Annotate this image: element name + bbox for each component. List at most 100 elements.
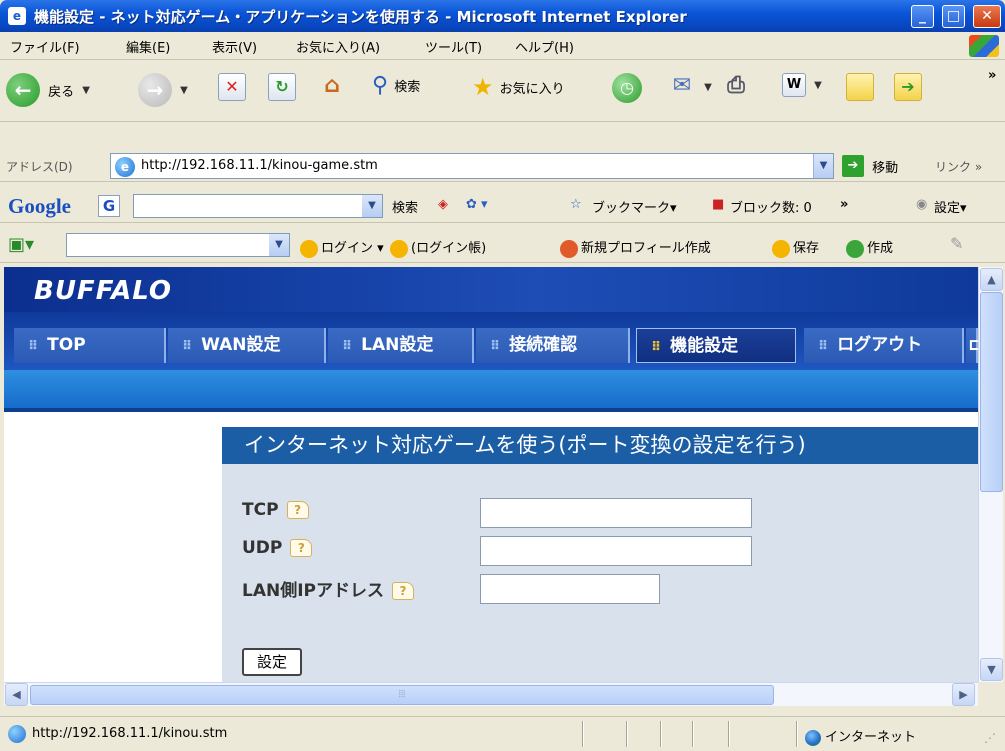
refresh-button[interactable]: ↻ <box>268 73 296 109</box>
windows-logo-icon <box>969 35 999 57</box>
scroll-right-button[interactable]: ▶ <box>952 683 975 706</box>
maximize-button[interactable]: □ <box>942 5 965 28</box>
google-news-icon[interactable]: ◈ <box>438 197 448 212</box>
menu-view[interactable]: 表示(V) <box>212 37 257 56</box>
help-icon[interactable]: ? <box>286 501 309 519</box>
scroll-left-button[interactable]: ◀ <box>5 683 28 706</box>
google-menu-icon[interactable]: G <box>98 195 120 217</box>
tab-logout[interactable]: ⠿ ログアウト <box>804 328 964 363</box>
search-label: 検索 <box>394 80 421 95</box>
address-dropdown-button[interactable]: ▼ <box>813 154 833 178</box>
mail-icon: ✉ <box>672 73 692 98</box>
favorites-button[interactable]: ★ お気に入り <box>472 73 565 109</box>
new-profile-button[interactable]: 新規プロフィール作成 <box>560 237 711 258</box>
status-divider <box>626 721 628 747</box>
tab-connection-check[interactable]: ⠿ 接続確認 <box>476 328 630 363</box>
vertical-scroll-thumb[interactable] <box>980 292 1003 492</box>
tab-function-settings[interactable]: ⠿ 機能設定 <box>636 328 796 363</box>
security-zone[interactable]: インターネット <box>805 726 916 746</box>
discuss-button[interactable] <box>846 73 874 109</box>
menu-help[interactable]: ヘルプ(H) <box>515 37 574 56</box>
bookmark-star-icon: ☆ <box>570 197 582 212</box>
save-button[interactable]: 保存 <box>772 237 819 258</box>
help-icon[interactable]: ? <box>290 539 313 557</box>
tcp-input[interactable] <box>480 498 752 528</box>
print-button[interactable]: ⎙ <box>722 73 750 109</box>
status-url: http://192.168.11.1/kinou.stm <box>32 726 228 741</box>
menu-tools[interactable]: ツール(T) <box>425 37 482 56</box>
home-button[interactable]: ⌂ <box>318 73 346 109</box>
tab-top[interactable]: ⠿ TOP <box>14 328 166 363</box>
tab-overflow[interactable]: ⊏ <box>966 328 978 363</box>
save-label: 保存 <box>793 241 820 256</box>
submit-button[interactable]: 設定 <box>242 648 302 676</box>
lan-ip-label: LAN側IPアドレス? <box>242 576 415 601</box>
toolbar-overflow[interactable]: » <box>988 68 996 83</box>
minimize-button[interactable]: _ <box>911 5 934 28</box>
login-book-button[interactable]: (ログイン帳) <box>390 237 486 258</box>
google-settings-button[interactable]: 設定▾ <box>934 197 967 216</box>
forward-button[interactable]: → ▼ <box>138 73 188 109</box>
profile-icon <box>560 239 578 258</box>
edit-button[interactable]: W ▼ <box>782 73 822 109</box>
tab-label: ログアウト <box>837 335 923 355</box>
tab-lan-settings[interactable]: ⠿ LAN設定 <box>328 328 474 363</box>
pen-icon[interactable]: ✎ <box>950 234 963 253</box>
search-button[interactable]: ⚲ 検索 <box>372 73 420 109</box>
resize-grip[interactable]: ⋰ <box>984 731 996 745</box>
mail-button[interactable]: ✉ ▼ <box>668 73 712 109</box>
google-toolbar-overflow[interactable]: » <box>840 197 848 212</box>
address-url[interactable]: http://192.168.11.1/kinou-game.stm <box>141 158 378 173</box>
note-icon <box>846 73 874 101</box>
create-icon <box>846 239 864 258</box>
login-label: ログイン ▾ <box>321 241 384 256</box>
bookmarks-button[interactable]: ブックマーク▾ <box>592 197 677 216</box>
history-button[interactable]: ◷ <box>612 73 642 109</box>
horizontal-scroll-thumb[interactable]: ⦙⦙⦙ <box>30 685 774 705</box>
lan-ip-input[interactable] <box>480 574 660 604</box>
forward-arrow-icon: → <box>138 73 172 107</box>
address-input[interactable]: e http://192.168.11.1/kinou-game.stm ▼ <box>110 153 834 179</box>
google-search-input[interactable]: ▼ <box>133 194 383 218</box>
password-toolbar-dropdown[interactable]: ▼ <box>269 234 289 256</box>
popup-blocked-count[interactable]: ブロック数: 0 <box>730 197 812 216</box>
home-icon: ⌂ <box>324 73 340 98</box>
popup-blocker-icon: ■ <box>712 197 725 212</box>
menu-edit[interactable]: 編集(E) <box>126 37 170 56</box>
login-button[interactable]: ログイン ▾ <box>300 237 384 258</box>
udp-input[interactable] <box>480 536 752 566</box>
scroll-down-button[interactable]: ▼ <box>980 658 1003 681</box>
messenger-button[interactable]: ➔ <box>894 73 922 109</box>
tab-label: WAN設定 <box>201 335 281 355</box>
ie-page-icon: e <box>115 157 135 177</box>
title-bar[interactable]: e 機能設定 - ネット対応ゲーム・アプリケーションを使用する - Micros… <box>0 0 1005 32</box>
toolbar-logo-icon[interactable]: ▣▾ <box>8 234 34 255</box>
back-button[interactable]: ← 戻る ▼ <box>6 73 90 109</box>
stop-button[interactable]: ✕ <box>218 73 246 109</box>
google-search-dropdown[interactable]: ▼ <box>362 195 382 217</box>
vertical-scrollbar[interactable]: ▲ ▼ <box>978 267 1003 682</box>
google-toolbar: Google G ▼ 検索 ◈ ✿ ▾ ☆ ブックマーク▾ ■ ブロック数: 0… <box>0 189 1005 223</box>
horizontal-scrollbar[interactable]: ◀ ⦙⦙⦙ ▶ <box>4 682 978 706</box>
menu-favorites[interactable]: お気に入り(A) <box>296 37 380 56</box>
google-logo[interactable]: Google <box>8 194 71 219</box>
links-button[interactable]: リンク » <box>935 158 982 175</box>
address-bar: アドレス(D) e http://192.168.11.1/kinou-game… <box>0 150 1005 182</box>
dots-icon: ⠿ <box>818 339 828 354</box>
dots-icon: ⠿ <box>28 339 38 354</box>
google-pagerank-icon[interactable]: ✿ ▾ <box>466 197 488 212</box>
status-divider <box>692 721 694 747</box>
menu-file[interactable]: ファイル(F) <box>10 37 80 56</box>
scroll-up-button[interactable]: ▲ <box>980 268 1003 291</box>
password-toolbar-input[interactable]: ▼ <box>66 233 290 257</box>
google-search-button[interactable]: 検索 <box>392 197 418 216</box>
go-button[interactable]: ➔ 移動 <box>842 155 898 177</box>
dots-icon: ⠿ <box>342 339 352 354</box>
page-title: インターネット対応ゲームを使う(ポート変換の設定を行う) <box>222 427 978 464</box>
help-icon[interactable]: ? <box>392 582 415 600</box>
create-label: 作成 <box>867 241 894 256</box>
create-button[interactable]: 作成 <box>846 237 893 258</box>
close-button[interactable]: ✕ <box>973 5 1001 28</box>
tab-wan-settings[interactable]: ⠿ WAN設定 <box>168 328 326 363</box>
edit-document-icon: W <box>782 73 806 97</box>
